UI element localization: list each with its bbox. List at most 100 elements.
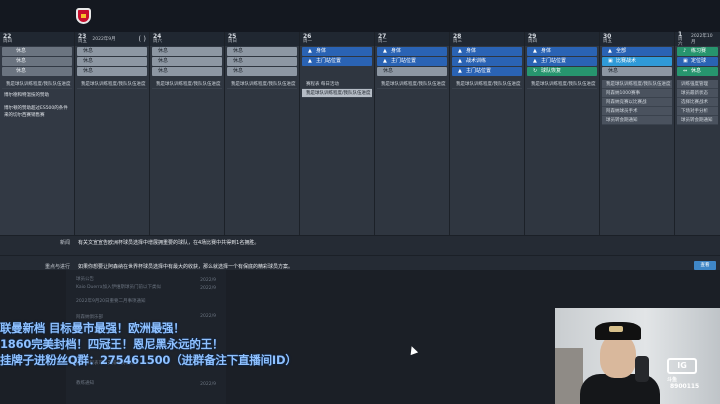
activity-row[interactable]: 阿森纳1000赛事	[602, 89, 672, 98]
session-slot[interactable]: 休息	[602, 67, 672, 76]
activity-row[interactable]: 我是球队训练程度/我队队伍进度	[2, 80, 72, 89]
activity-row[interactable]: 球员转会期通知	[677, 116, 718, 125]
session-label: 全部	[616, 48, 627, 54]
day-header: 1 周六 2022年10月	[675, 31, 720, 47]
activity-row[interactable]: 我是球队训练程度/我队队伍进度	[302, 89, 372, 98]
club-crest-icon[interactable]	[76, 8, 91, 24]
activity-row[interactable]: 我是球队训练程度/我队队伍进度	[452, 80, 522, 89]
weekday: 周二	[378, 39, 387, 44]
session-slot[interactable]: 休息	[227, 67, 297, 76]
day-column-26[interactable]: 26 周一 ▲ 身体 ▲ 主门站位置 赛程表 每日活动 我是球队训练程度/我队队伍进…	[300, 32, 375, 235]
session-slot[interactable]: 休息	[227, 57, 297, 66]
activity-row[interactable]: 选择比赛战术	[677, 98, 718, 107]
day-column-22[interactable]: 22 周四 休息 休息 休息 我是球队训练程度/我队队伍进度 博尔德和特温技的赞…	[0, 32, 75, 235]
empty-slot[interactable]	[302, 67, 372, 76]
session-slot[interactable]: 休息	[377, 67, 447, 76]
activity-row[interactable]: 阿森纳竞赛以比赛战	[602, 98, 672, 107]
activity-row[interactable]: 下场对手分析	[677, 107, 718, 116]
session-slot[interactable]: ▲ 主门站位置	[452, 67, 522, 76]
session-slot[interactable]: ⇔ 休息	[677, 67, 718, 76]
inbox-item[interactable]: 球员公告	[76, 276, 94, 282]
news-label: 新闻	[59, 240, 70, 246]
session-label: 球队恢复	[541, 68, 562, 74]
training-calendar: 22 周四 休息 休息 休息 我是球队训练程度/我队队伍进度 博尔德和特温技的赞…	[0, 31, 720, 235]
session-slot[interactable]: ▲ 身体	[452, 47, 522, 56]
webcam-feed: IG 斗鱼 8900115	[555, 308, 720, 404]
activity-row[interactable]: 球员转会期通知	[602, 116, 672, 125]
day-header: 28 周三	[450, 32, 524, 46]
activity-row[interactable]: 我是球队训练程度/我队队伍进度	[227, 80, 297, 89]
session-slot[interactable]: 休息	[2, 67, 72, 76]
activity-row[interactable]: 我是球队训练程度/我队队伍进度	[527, 80, 597, 89]
day-header: 24 周六	[150, 32, 224, 46]
session-slot[interactable]: 休息	[227, 47, 297, 56]
session-slot[interactable]: 休息	[152, 67, 222, 76]
day-column-28[interactable]: 28 周三 ▲ 身体 ▲ 战术训练 ▲ 主门站位置 我是球队训练程度/我队队伍进度	[450, 32, 525, 235]
inbox-time: 2022/9	[200, 286, 216, 291]
session-label: 比赛战术	[616, 58, 637, 64]
day-column-27[interactable]: 27 周二 ▲ 身体 ▲ 主门站位置 休息 我是球队训练程度/我队队伍进度	[375, 32, 450, 235]
session-slot[interactable]: ▲ 全部	[602, 47, 672, 56]
session-slot[interactable]: 休息	[2, 47, 72, 56]
session-label: 身体	[391, 48, 402, 54]
refresh-icon[interactable]: ( )	[138, 35, 146, 43]
session-slot[interactable]: ▲ 主门站位置	[377, 57, 447, 66]
person-icon: ▲	[458, 68, 462, 74]
session-slot[interactable]: ↻ 球队恢复	[527, 67, 597, 76]
person-icon: ▲	[533, 48, 537, 54]
inbox-time: 2022/9	[200, 382, 216, 387]
session-slot[interactable]: 休息	[152, 57, 222, 66]
activity-row[interactable]: 阿森纳球员手术	[602, 107, 672, 116]
stream-overlay-line-2: 1860完美封档！四冠王！恩尼黑永远的王！	[0, 337, 224, 351]
streamer-head	[600, 334, 636, 378]
day-column-24[interactable]: 24 周六 休息 休息 休息 我是球队训练程度/我队队伍进度	[150, 32, 225, 235]
inbox-item[interactable]: 教练通知	[76, 380, 94, 386]
person-icon: ▲	[458, 48, 462, 54]
session-slot[interactable]: 休息	[77, 57, 147, 66]
session-slot[interactable]: ▲ 战术训练	[452, 57, 522, 66]
check-button[interactable]: 查看	[694, 261, 716, 270]
activity-row[interactable]: 我是球队训练程度/我队队伍进度	[602, 80, 672, 89]
session-slot[interactable]: ▲ 身体	[377, 47, 447, 56]
session-slot[interactable]: ▣ 比赛战术	[602, 57, 672, 66]
session-label: 身体	[316, 48, 327, 54]
activity-row[interactable]: 训练强度管理	[677, 80, 718, 89]
session-slot[interactable]: 休息	[77, 67, 147, 76]
session-label: 身体	[541, 48, 552, 54]
news-text: 有关文宣宣告欧洲杯球员选择中增展拥重要的球队，在4场比赛中共得到1名拥胜。	[78, 240, 260, 246]
session-slot[interactable]: ▲ 身体	[527, 47, 597, 56]
activity-row[interactable]: 赛程表 每日活动	[302, 80, 372, 89]
activity-row[interactable]: 我是球队训练程度/我队队伍进度	[152, 80, 222, 89]
session-label: 休息	[691, 68, 702, 74]
person-icon: ▲	[458, 58, 462, 64]
session-slot[interactable]: 休息	[152, 47, 222, 56]
day-column-1[interactable]: 1 周六 2022年10月 ♪ 练习赛 ▣ 定位球 ⇔ 休息 训练强度管理 球员最新状…	[675, 31, 720, 235]
day-header: 22 周四	[0, 32, 74, 46]
day-column-29[interactable]: 29 周四 ▲ 身体 ▲ 主门站位置 ↻ 球队恢复 我是球队训练程度/我队队伍进度	[525, 32, 600, 235]
session-slot[interactable]: ♪ 练习赛	[677, 47, 718, 56]
activity-row[interactable]: 我是球队训练程度/我队队伍进度	[377, 80, 447, 89]
session-label: 战术训练	[466, 58, 487, 64]
month-label: 2022年10月	[690, 34, 713, 45]
session-slot[interactable]: ▲ 主门站位置	[527, 57, 597, 66]
day-header: 23 周五 2022年9月 ( )	[75, 32, 149, 46]
inbox-item[interactable]: 2022年9月20日重要二月事项通知	[76, 298, 146, 304]
lead-note: 博尔顿的赞助超过ES500的条件 来的切尔西赛销售赛	[4, 106, 68, 118]
inbox-item[interactable]: Kaio Duerra加入伊维斯球员门前以下类似	[76, 284, 161, 290]
session-slot[interactable]: ▲ 身体	[302, 47, 372, 56]
day-column-25[interactable]: 25 周日 休息 休息 休息 我是球队训练程度/我队队伍进度	[225, 32, 300, 235]
session-slot[interactable]: ▣ 定位球	[677, 57, 718, 66]
activity-row[interactable]: 我是球队训练程度/我队队伍进度	[77, 80, 147, 89]
weekday: 周五	[78, 39, 87, 44]
news-panel: 新闻 有关文宣宣告欧洲杯球员选择中增展拥重要的球队，在4场比赛中共得到1名拥胜。	[0, 235, 720, 255]
session-slot[interactable]: 休息	[2, 57, 72, 66]
session-slot[interactable]: 休息	[77, 47, 147, 56]
day-column-30[interactable]: 30 周五 ▲ 全部 ▣ 比赛战术 休息 我是球队训练程度/我队队伍进度 阿森纳10…	[600, 32, 675, 235]
session-slot[interactable]: ▲ 主门站位置	[302, 57, 372, 66]
activity-row[interactable]: 球员最新状态	[677, 89, 718, 98]
day-column-23[interactable]: 23 周五 2022年9月 ( ) 休息 休息 休息 我是球队训练程度/我队队伍…	[75, 32, 150, 235]
top-navigation-bar	[0, 0, 720, 32]
person-icon: ▲	[383, 48, 387, 54]
person-icon: ▲	[308, 58, 312, 64]
weekday: 周六	[153, 39, 162, 44]
